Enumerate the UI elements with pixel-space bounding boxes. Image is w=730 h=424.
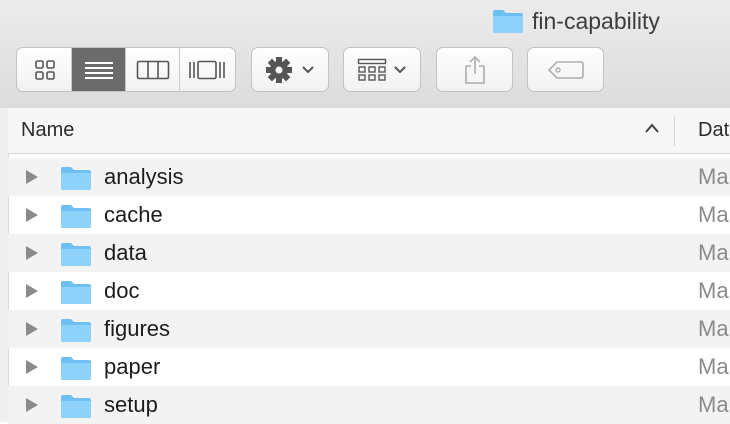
list-item[interactable]: setup Ma — [8, 386, 730, 424]
name-column-header[interactable]: Name — [21, 119, 74, 142]
date-column-header[interactable]: Dat — [698, 119, 729, 142]
list-item[interactable]: cache Ma — [8, 196, 730, 234]
list-item[interactable]: figures Ma — [8, 310, 730, 348]
disclosure-triangle-icon[interactable] — [25, 397, 39, 413]
file-date: Ma — [698, 202, 729, 227]
file-name: figures — [104, 316, 171, 341]
list-item[interactable]: analysis Ma — [8, 158, 730, 196]
share-button[interactable] — [436, 47, 513, 92]
folder-icon — [61, 243, 91, 266]
window-title-text: fin-capability — [532, 7, 660, 34]
list-item[interactable]: doc Ma — [8, 272, 730, 310]
file-name: setup — [104, 392, 158, 417]
share-icon — [464, 55, 485, 84]
file-date: Ma — [698, 278, 729, 303]
column-divider[interactable] — [674, 116, 675, 146]
window-title: fin-capability — [492, 6, 660, 36]
folder-icon — [61, 205, 91, 228]
list-view-button[interactable] — [72, 48, 126, 91]
column-header: Name Dat — [8, 108, 730, 154]
folder-icon — [61, 167, 91, 190]
gear-icon — [266, 56, 292, 83]
folder-icon — [61, 395, 91, 418]
tag-button[interactable] — [527, 47, 604, 92]
disclosure-triangle-icon[interactable] — [25, 283, 39, 299]
file-name: paper — [104, 354, 161, 379]
folder-icon — [493, 10, 523, 33]
file-name: doc — [104, 278, 140, 303]
list-item[interactable]: data Ma — [8, 234, 730, 272]
file-date: Ma — [698, 164, 729, 189]
disclosure-triangle-icon[interactable] — [25, 207, 39, 223]
chevron-down-icon — [394, 65, 406, 73]
disclosure-triangle-icon[interactable] — [25, 169, 39, 185]
disclosure-triangle-icon[interactable] — [25, 359, 39, 375]
file-list: analysis Ma cache Ma data Ma doc Ma figu… — [8, 158, 730, 424]
icon-view-button[interactable] — [18, 48, 72, 91]
folder-icon — [61, 319, 91, 342]
action-menu-button[interactable] — [251, 47, 329, 92]
file-name: analysis — [104, 164, 184, 189]
folder-icon — [61, 357, 91, 380]
chevron-down-icon — [302, 65, 314, 73]
disclosure-triangle-icon[interactable] — [25, 321, 39, 337]
sort-ascending-icon[interactable] — [644, 122, 660, 134]
list-icon — [84, 61, 113, 79]
file-date: Ma — [698, 240, 729, 265]
file-date: Ma — [698, 316, 729, 341]
file-date: Ma — [698, 354, 729, 379]
list-item[interactable]: paper Ma — [8, 348, 730, 386]
arrange-grid-icon — [357, 58, 387, 81]
toolbar: fin-capability — [0, 0, 730, 109]
columns-icon — [136, 60, 169, 79]
view-mode-segmented-control[interactable] — [16, 47, 236, 92]
file-name: cache — [104, 202, 163, 227]
gallery-view-button[interactable] — [180, 48, 234, 91]
file-date: Ma — [698, 392, 729, 417]
file-name: data — [104, 240, 147, 265]
tag-icon — [547, 60, 584, 79]
icon-grid-icon — [34, 59, 55, 80]
folder-icon — [61, 281, 91, 304]
disclosure-triangle-icon[interactable] — [25, 245, 39, 261]
arrange-menu-button[interactable] — [343, 47, 421, 92]
column-view-button[interactable] — [126, 48, 180, 91]
cover-flow-icon — [189, 60, 225, 79]
